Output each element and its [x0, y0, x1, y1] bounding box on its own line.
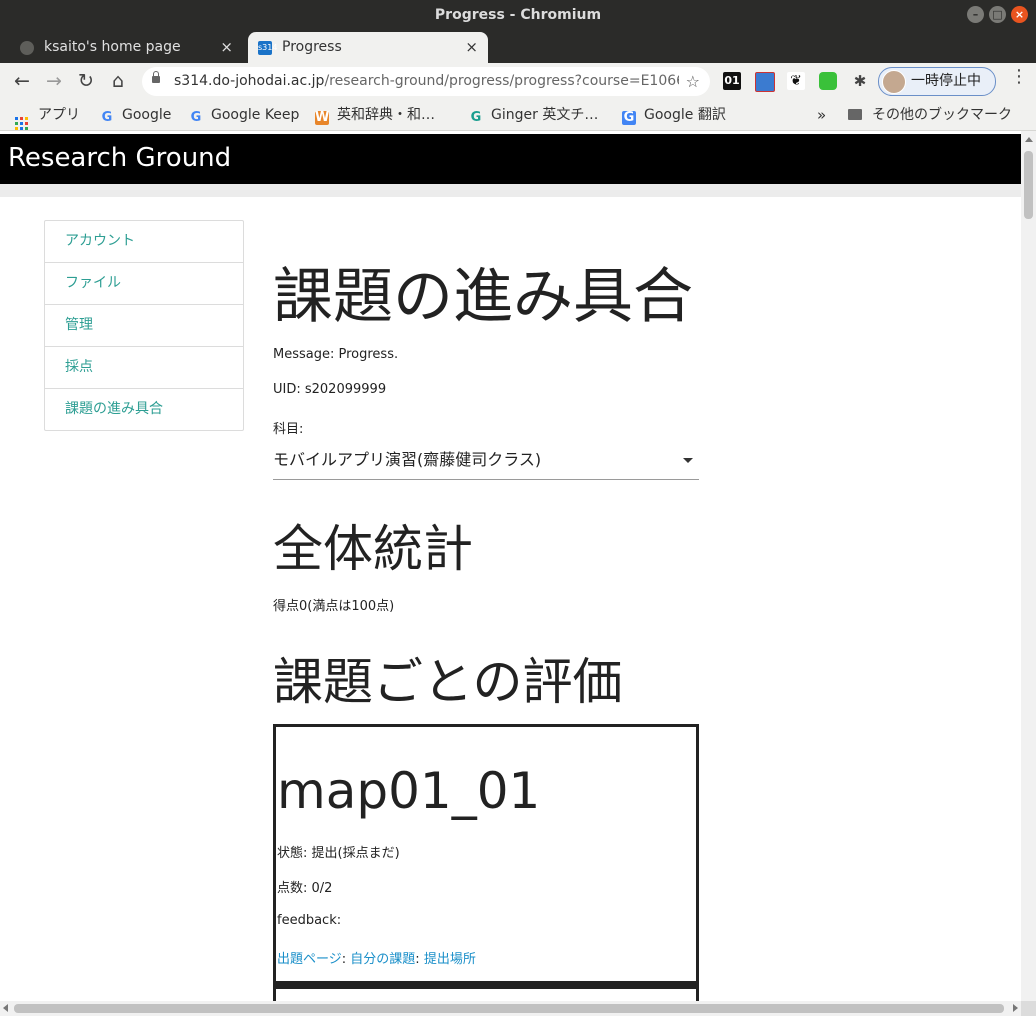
lock-icon: [152, 71, 160, 83]
home-icon[interactable]: ⌂: [104, 66, 132, 96]
link-separator: :: [341, 952, 347, 967]
horizontal-scrollbar[interactable]: [0, 1001, 1021, 1016]
google-icon: G: [190, 110, 202, 125]
url-text[interactable]: s314.do-johodai.ac.jp/research-ground/pr…: [174, 67, 679, 96]
page-viewport: Research Ground アカウント ファイル 管理 採点 課題の進み具合…: [0, 131, 1021, 1001]
side-navigation: アカウント ファイル 管理 採点 課題の進み具合: [44, 220, 244, 431]
tab-label: ksaito's home page: [44, 39, 181, 55]
site-favicon-icon: s314: [258, 41, 277, 55]
site-title[interactable]: Research Ground: [8, 143, 231, 173]
bookmark-label: 英和辞典・和…: [337, 107, 435, 123]
assignment-points: 点数: 0/2: [277, 881, 333, 896]
translate-icon: G: [622, 110, 636, 125]
sidebar-item-admin[interactable]: 管理: [45, 305, 243, 347]
window-title: Progress - Chromium: [434, 7, 602, 23]
extension-gnome-icon[interactable]: ❦: [787, 72, 805, 90]
bookmark-label: その他のブックマーク: [872, 107, 1012, 123]
assignment-card: map01_01 状態: 提出(採点まだ) 点数: 0/2 feedback: …: [273, 724, 699, 984]
subject-label: 科目:: [273, 422, 304, 437]
bookmarks-overflow-icon[interactable]: »: [817, 100, 826, 130]
scroll-left-icon[interactable]: [3, 1004, 8, 1012]
bookmark-other-folder[interactable]: その他のブックマーク: [848, 100, 1012, 130]
reload-icon[interactable]: ↻: [72, 66, 100, 96]
sidebar-item-files[interactable]: ファイル: [45, 263, 243, 305]
minimize-icon[interactable]: –: [967, 6, 984, 23]
tab-close-icon[interactable]: ×: [220, 32, 233, 63]
tab-close-icon[interactable]: ×: [465, 32, 478, 63]
bookmark-apps[interactable]: アプリ: [15, 100, 80, 130]
assignment-feedback: feedback:: [277, 913, 342, 928]
scrollbar-corner: [1021, 1001, 1036, 1016]
assignment-title: map01_01: [277, 762, 541, 820]
extension-calendar-icon[interactable]: [755, 72, 775, 92]
problem-page-link[interactable]: 出題ページ: [277, 952, 342, 967]
bookmark-star-icon[interactable]: ☆: [686, 67, 700, 96]
subject-selected-value: モバイルアプリ演習(齋藤健司クラス): [273, 450, 542, 469]
header-divider: [0, 184, 1021, 197]
subject-select[interactable]: モバイルアプリ演習(齋藤健司クラス): [273, 445, 699, 480]
message-text: Message: Progress.: [273, 347, 399, 362]
bookmark-google[interactable]: G Google: [100, 100, 172, 130]
bookmark-google-keep[interactable]: G Google Keep: [189, 100, 300, 130]
bookmark-label: Google Keep: [211, 107, 300, 123]
browser-menu-icon[interactable]: ⋮: [1010, 66, 1028, 87]
maximize-icon[interactable]: □: [989, 6, 1006, 23]
submission-link[interactable]: 提出場所: [424, 952, 476, 967]
vertical-scrollbar[interactable]: [1021, 131, 1036, 1001]
page-title: 課題の進み具合: [273, 262, 693, 332]
bookmark-ginger[interactable]: G Ginger 英文チ…: [469, 100, 599, 130]
avatar: [882, 70, 906, 94]
uid-text: UID: s202099999: [273, 382, 387, 397]
tab-ksaito-home[interactable]: ksaito's home page ×: [10, 32, 243, 63]
tab-progress[interactable]: s314 Progress ×: [248, 32, 488, 63]
close-window-icon[interactable]: ×: [1011, 6, 1028, 23]
horizontal-scroll-thumb[interactable]: [14, 1004, 1004, 1013]
bookmark-google-translate[interactable]: G Google 翻訳: [622, 100, 726, 130]
browser-toolbar: ← → ↻ ⌂ s314.do-johodai.ac.jp/research-g…: [0, 63, 1036, 100]
my-assignment-link[interactable]: 自分の課題: [350, 952, 415, 967]
stats-heading: 全体統計: [273, 520, 473, 578]
bookmarks-bar: アプリ G Google G Google Keep W 英和辞典・和… G Ginge…: [0, 100, 1036, 131]
bookmark-label: Ginger 英文チ…: [491, 107, 599, 123]
weblio-icon: W: [315, 110, 330, 125]
extensions-puzzle-icon[interactable]: ✱: [851, 72, 869, 90]
url-path: /research-ground/progress/progress?cours…: [324, 73, 679, 89]
window-titlebar: Progress - Chromium – □ ×: [0, 0, 1036, 30]
bookmark-label: Google 翻訳: [644, 107, 726, 123]
link-separator: :: [415, 952, 420, 967]
sidebar-item-progress[interactable]: 課題の進み具合: [45, 389, 243, 430]
bookmark-label: アプリ: [38, 107, 80, 123]
dropdown-caret-icon: [683, 458, 693, 463]
globe-icon: [20, 41, 34, 55]
per-task-heading: 課題ごとの評価: [273, 653, 623, 711]
extension-01-icon[interactable]: 01: [723, 72, 741, 90]
url-host: s314.do-johodai.ac.jp: [174, 73, 325, 89]
site-header: Research Ground: [0, 134, 1021, 184]
score-text: 得点0(満点は100点): [273, 599, 395, 614]
address-bar[interactable]: s314.do-johodai.ac.jp/research-ground/pr…: [142, 67, 710, 96]
tab-strip: ksaito's home page × s314 Progress × +: [0, 30, 1036, 89]
google-icon: G: [101, 110, 113, 125]
vertical-scroll-thumb[interactable]: [1024, 151, 1033, 219]
sidebar-item-account[interactable]: アカウント: [45, 221, 243, 263]
profile-status: 一時停止中: [911, 73, 981, 89]
scroll-right-icon[interactable]: [1013, 1004, 1018, 1012]
folder-icon: [848, 109, 862, 120]
tab-label: Progress: [282, 39, 342, 55]
ginger-icon: G: [470, 110, 482, 125]
assignment-status: 状態: 提出(採点まだ): [277, 846, 400, 861]
bookmark-dictionary[interactable]: W 英和辞典・和…: [315, 100, 435, 130]
apps-grid-icon: [15, 117, 28, 130]
back-icon[interactable]: ←: [8, 66, 36, 96]
bookmark-label: Google: [122, 107, 172, 123]
next-assignment-card: [273, 983, 699, 1001]
extension-line-icon[interactable]: [819, 72, 837, 90]
scroll-up-icon[interactable]: [1025, 137, 1033, 142]
forward-icon[interactable]: →: [40, 66, 68, 96]
sidebar-item-grading[interactable]: 採点: [45, 347, 243, 389]
window-controls: – □ ×: [967, 6, 1028, 23]
profile-paused-button[interactable]: 一時停止中: [878, 67, 996, 96]
assignment-links: 出題ページ: 自分の課題: 提出場所: [277, 948, 476, 967]
